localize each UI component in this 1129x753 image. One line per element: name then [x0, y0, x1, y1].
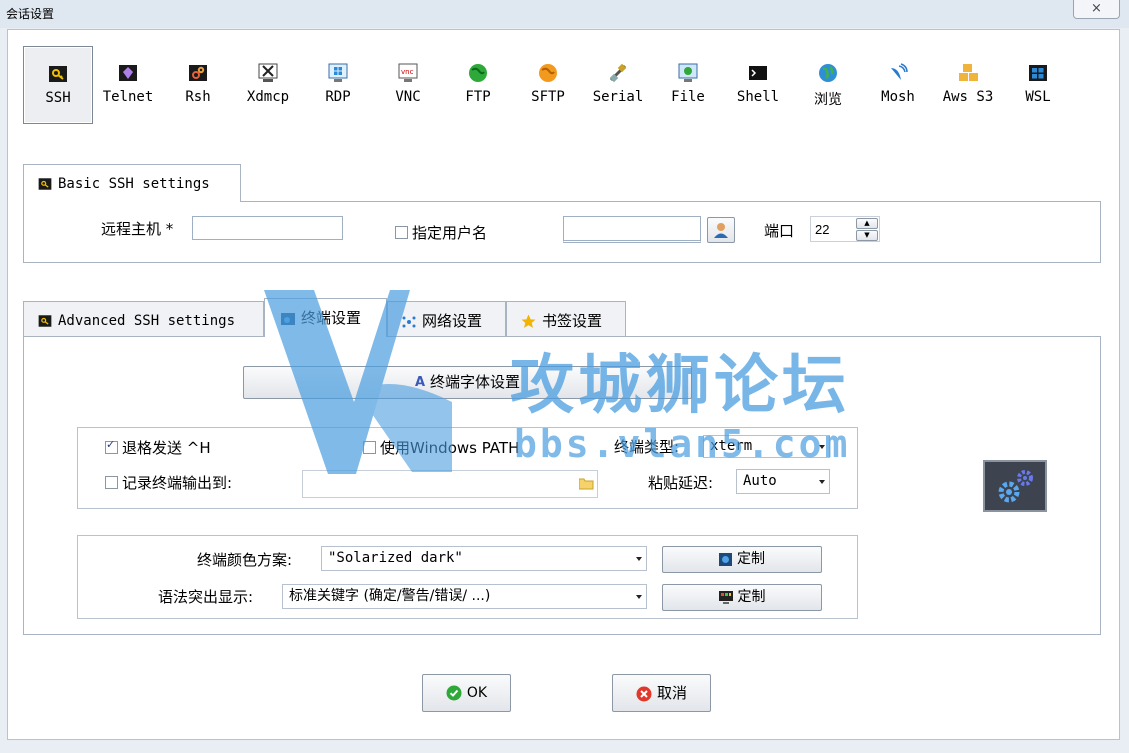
antenna-icon — [891, 63, 908, 80]
purple-gem-icon — [119, 65, 137, 81]
close-button[interactable]: × — [1073, 0, 1120, 19]
syntax-customize-button[interactable]: 定制 — [662, 584, 822, 611]
monitor-windows-icon — [328, 63, 348, 82]
chevron-down-icon — [636, 556, 642, 561]
session-type-vnc[interactable]: vnc VNC — [373, 46, 443, 124]
remote-host-label: 远程主机 * — [101, 220, 174, 238]
svg-text:vnc: vnc — [401, 68, 414, 76]
session-type-sftp[interactable]: SFTP — [513, 46, 583, 124]
terminal-type-select[interactable]: xterm — [703, 435, 830, 458]
session-type-ssh[interactable]: SSH — [23, 46, 93, 124]
checkbox-box — [363, 441, 376, 454]
session-type-ftp[interactable]: FTP — [443, 46, 513, 124]
color-scheme-label: 终端颜色方案: — [197, 551, 293, 569]
checkbox-box — [395, 226, 408, 239]
backspace-sends-h-checkbox[interactable]: 退格发送 ^H — [105, 437, 211, 458]
use-windows-path-checkbox[interactable]: 使用Windows PATH — [363, 437, 519, 458]
font-icon: A — [414, 375, 426, 390]
session-type-serial[interactable]: Serial — [583, 46, 653, 124]
palette-icon — [719, 552, 732, 566]
user-picker-button[interactable] — [707, 217, 735, 243]
session-type-telnet[interactable]: Telnet — [93, 46, 163, 124]
title-bar — [0, 0, 1129, 28]
tab-basic-ssh-settings[interactable]: Basic SSH settings — [23, 164, 241, 202]
globe-green-icon — [469, 64, 487, 82]
paste-delay-label: 粘贴延迟: — [648, 474, 714, 492]
basic-settings-panel — [23, 201, 1101, 263]
terminal-font-button[interactable]: A 终端字体设置 — [243, 366, 692, 399]
cancel-button[interactable]: 取消 — [612, 674, 711, 712]
terminal-type-label: 终端类型: — [614, 438, 680, 456]
tab-network-settings[interactable]: 网络设置 — [387, 301, 506, 336]
globe-earth-icon — [819, 64, 837, 82]
log-output-checkbox[interactable]: 记录终端输出到: — [105, 472, 232, 493]
paste-delay-select[interactable]: Auto — [736, 469, 830, 494]
chevron-down-icon — [636, 594, 642, 599]
vnc-icon: vnc — [398, 63, 418, 82]
session-type-rdp[interactable]: RDP — [303, 46, 373, 124]
cancel-circle-icon — [636, 686, 652, 701]
globe-orange-icon — [539, 64, 557, 82]
color-scheme-select[interactable]: "Solarized dark" — [321, 546, 647, 571]
x-server-icon — [258, 63, 278, 82]
session-type-wsl[interactable]: WSL — [1003, 46, 1073, 124]
session-type-xdmcp[interactable]: Xdmcp — [233, 46, 303, 124]
advanced-settings-gears[interactable] — [983, 460, 1047, 512]
port-down-button[interactable]: ▼ — [856, 230, 878, 241]
username-input[interactable] — [563, 216, 701, 243]
checkbox-box — [105, 438, 118, 454]
cubes-icon — [959, 64, 978, 81]
terminal-icon — [749, 66, 767, 80]
session-type-rsh[interactable]: Rsh — [163, 46, 233, 124]
chevron-down-icon — [819, 444, 825, 449]
satellite-icon — [609, 63, 627, 83]
ok-button[interactable]: OK — [422, 674, 511, 712]
log-path-input[interactable] — [302, 470, 598, 498]
monitor-file-icon — [678, 63, 698, 82]
tab-bookmark-settings[interactable]: 书签设置 — [506, 301, 626, 336]
user-icon — [714, 223, 728, 238]
session-type-file[interactable]: File — [653, 46, 723, 124]
check-circle-icon — [446, 685, 462, 701]
terminal-settings-icon — [281, 312, 295, 325]
session-type-mosh[interactable]: Mosh — [863, 46, 933, 124]
window-title: 会话设置 — [6, 7, 55, 21]
session-type-shell[interactable]: Shell — [723, 46, 793, 124]
checkbox-box — [105, 476, 118, 489]
syntax-highlight-label: 语法突出显示: — [158, 588, 254, 606]
gears-icon — [998, 470, 1033, 503]
remote-host-input[interactable] — [192, 216, 343, 240]
key-icon — [38, 178, 52, 190]
tab-terminal-settings[interactable]: 终端设置 — [264, 298, 387, 337]
tab-advanced-ssh-settings[interactable]: Advanced SSH settings — [23, 301, 264, 336]
specify-username-checkbox[interactable]: 指定用户名 — [395, 222, 487, 243]
gears-icon — [189, 65, 207, 81]
syntax-highlight-select[interactable]: 标准关键字 (确定/警告/错误/ ...) — [282, 584, 647, 609]
color-scheme-customize-button[interactable]: 定制 — [662, 546, 822, 573]
key-icon — [38, 315, 52, 327]
windows-logo-icon — [1029, 65, 1047, 81]
star-icon — [521, 314, 536, 328]
folder-icon[interactable] — [579, 477, 594, 490]
chevron-down-icon — [819, 479, 825, 484]
network-icon — [402, 316, 416, 327]
port-label: 端口 — [764, 222, 795, 240]
session-type-aws-s3[interactable]: Aws S3 — [933, 46, 1003, 124]
key-icon — [49, 66, 67, 82]
port-up-button[interactable]: ▲ — [856, 218, 878, 229]
monitor-colors-icon — [718, 590, 733, 604]
session-type-browse[interactable]: 浏览 — [793, 46, 863, 124]
